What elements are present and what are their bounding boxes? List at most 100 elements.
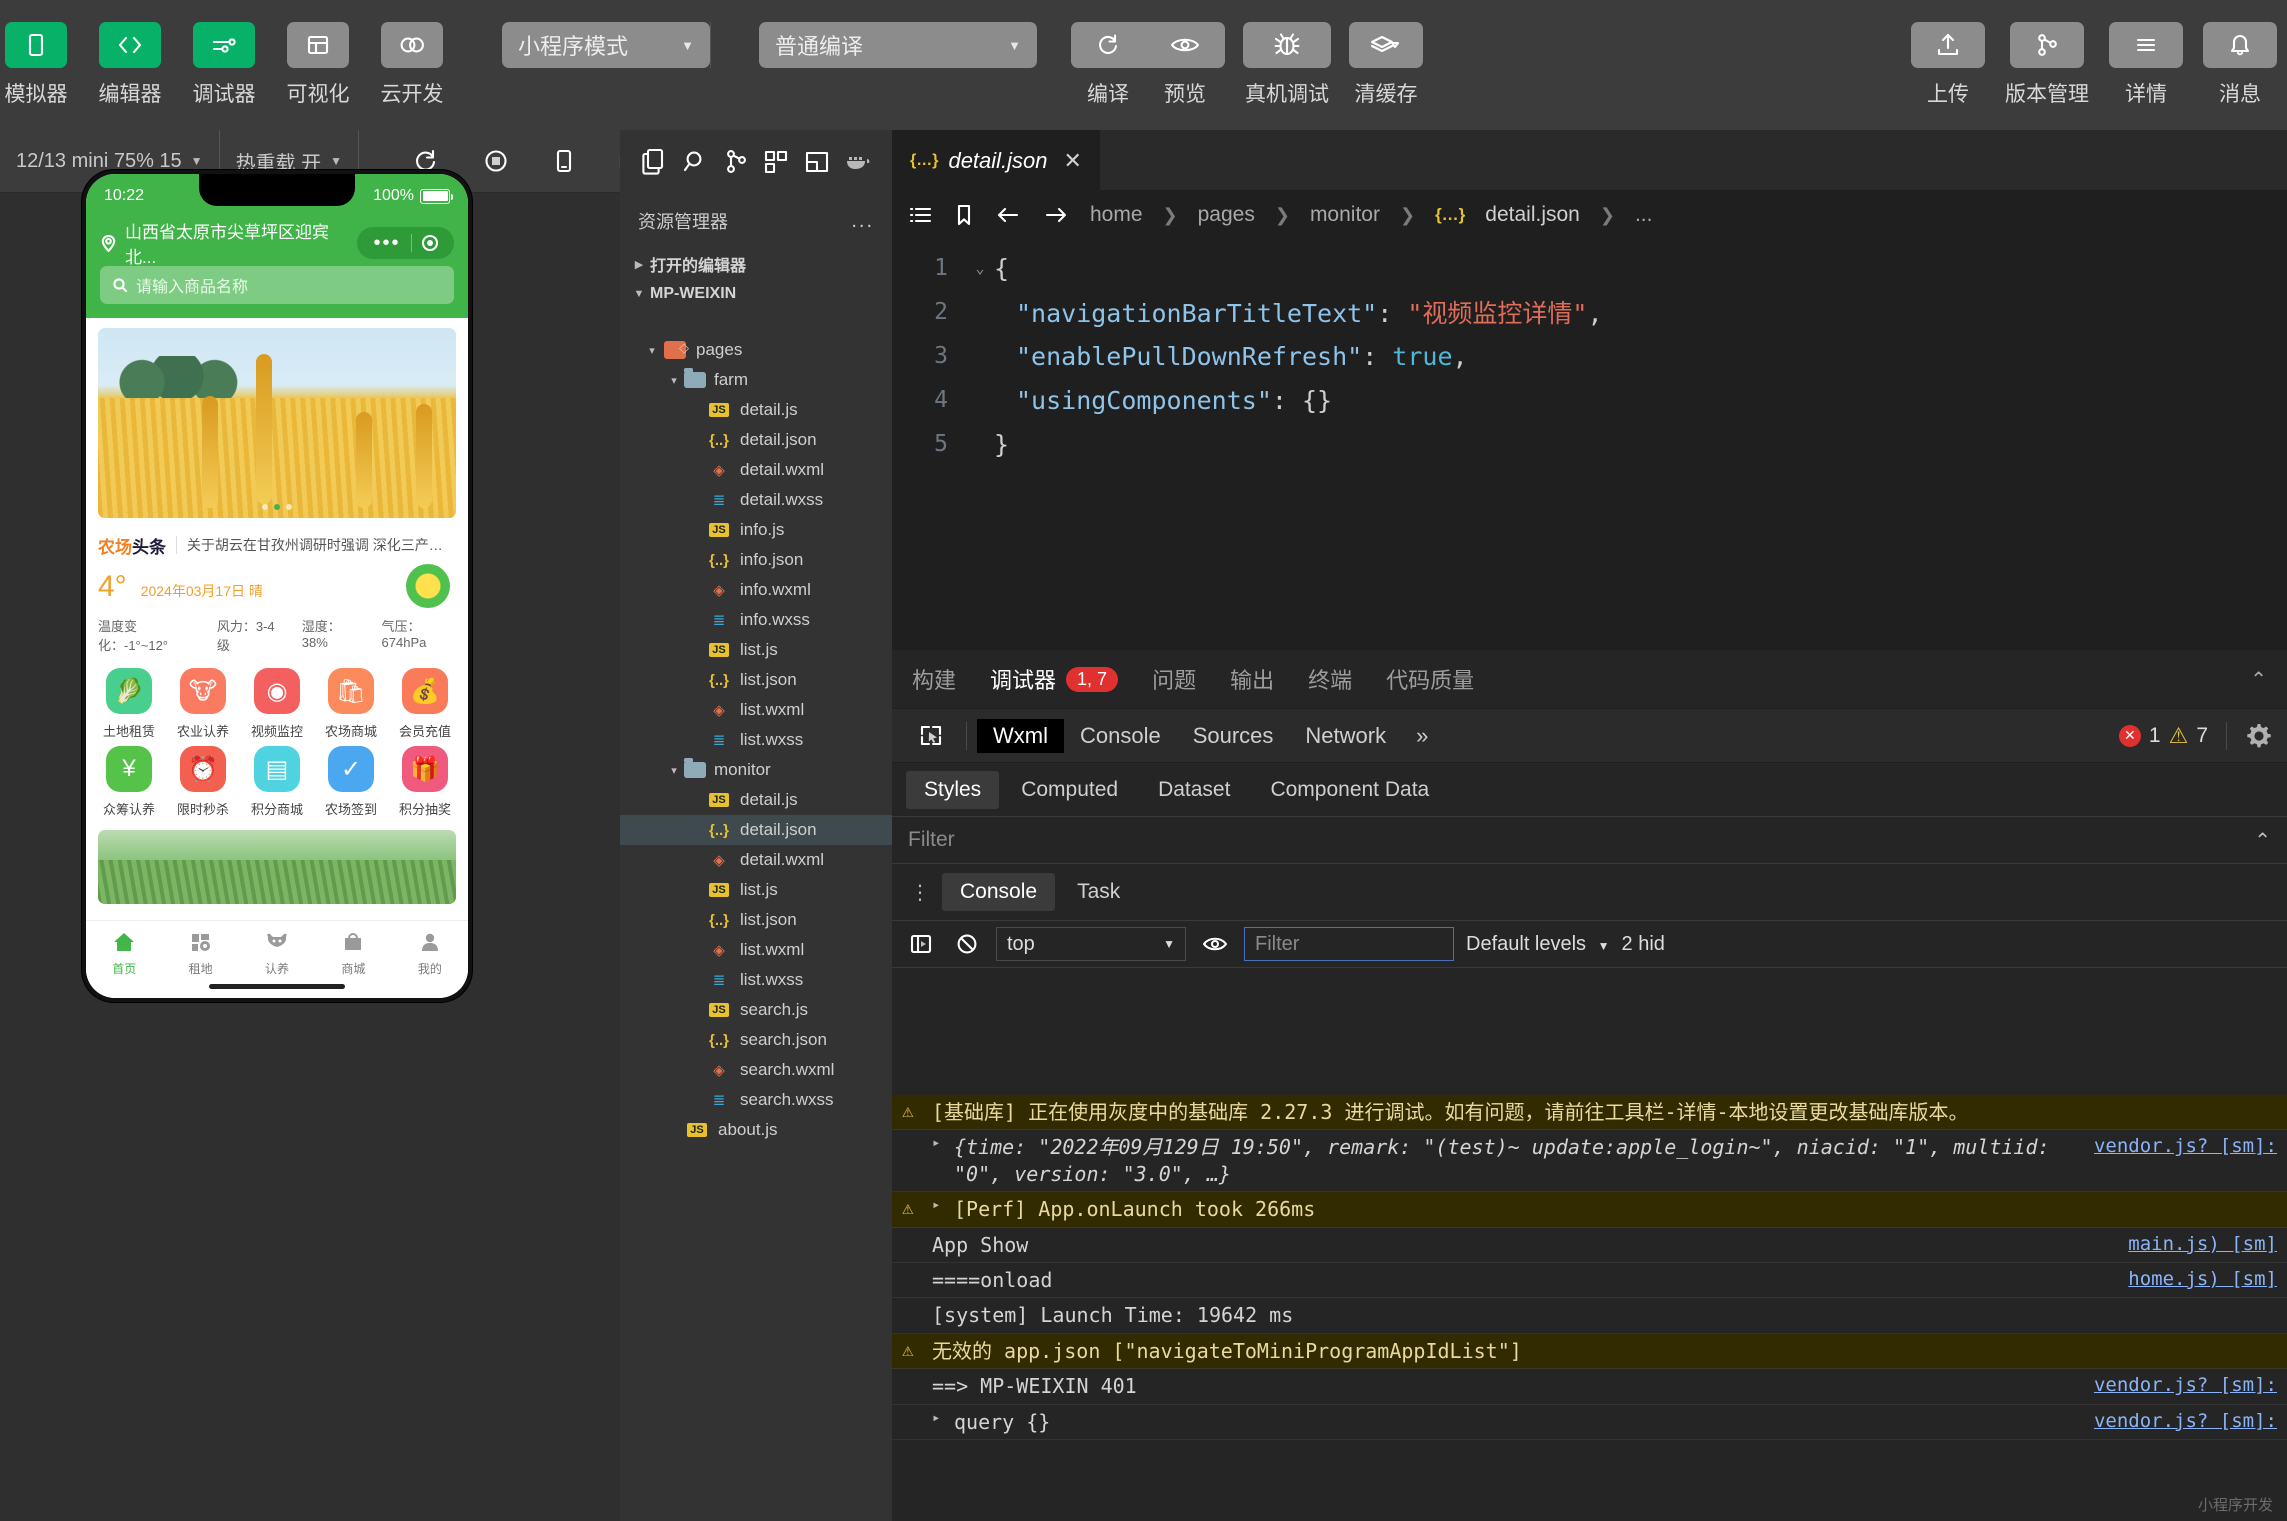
tree-file[interactable]: JS detail.js	[620, 785, 892, 815]
close-icon[interactable]: ✕	[1064, 148, 1082, 174]
phone-outline-icon[interactable]	[551, 146, 577, 176]
tree-file[interactable]: ◈ list.wxml	[620, 695, 892, 725]
bug-icon[interactable]	[1243, 22, 1331, 68]
grid-item[interactable]: ▤ 积分商城	[240, 746, 314, 818]
panel-tab-code-quality[interactable]: 代码质量	[1386, 663, 1474, 695]
action-details[interactable]: 详情	[2109, 22, 2183, 108]
explorer-section-open-editors[interactable]: ▶ 打开的编辑器	[620, 249, 892, 279]
grid-item[interactable]: ✓ 农场签到	[314, 746, 388, 818]
grid-item[interactable]: 🎁 积分抽奖	[388, 746, 462, 818]
tree-folder[interactable]: ▾ monitor	[620, 755, 892, 785]
forward-arrow-icon[interactable]	[1042, 205, 1070, 225]
editor-tab-detail-json[interactable]: {…} detail.json ✕	[892, 130, 1100, 190]
capsule-buttons[interactable]: •••	[357, 227, 454, 259]
element-picker-icon[interactable]	[906, 716, 956, 756]
console-log-row[interactable]: ▸ {time: "2022年09月129日 19:50", remark: "(…	[892, 1130, 2287, 1193]
search-input[interactable]: 请输入商品名称	[100, 266, 454, 304]
panel-tab-output[interactable]: 输出	[1230, 663, 1274, 695]
layout-icon[interactable]	[287, 22, 349, 68]
sub-tab-more-icon[interactable]: »	[1402, 723, 1442, 749]
console-log-row[interactable]: [system] Launch Time: 19642 ms	[892, 1298, 2287, 1334]
tree-file[interactable]: {..} info.json	[620, 545, 892, 575]
fold-icon[interactable]: ⌄	[966, 259, 994, 277]
tree-file[interactable]: ◈ detail.wxml	[620, 845, 892, 875]
source-control-icon[interactable]	[715, 130, 756, 193]
tree-folder[interactable]: ▾ farm	[620, 365, 892, 395]
styles-tab-dataset[interactable]: Dataset	[1140, 771, 1248, 809]
panel-tab-problems[interactable]: 问题	[1152, 663, 1196, 695]
action-messages[interactable]: 消息	[2203, 22, 2277, 108]
tree-file[interactable]: JS search.js	[620, 995, 892, 1025]
chevron-up-icon[interactable]: ⌃	[2254, 828, 2271, 853]
console-log-source[interactable]: main.js) [sm]	[2118, 1232, 2277, 1258]
toolbar-item-cloud[interactable]: 云开发	[376, 22, 448, 108]
breadcrumb-item-ellipsis[interactable]: ...	[1635, 203, 1653, 227]
sub-tab-sources[interactable]: Sources	[1177, 719, 1290, 753]
tree-file[interactable]: ◈ detail.wxml	[620, 455, 892, 485]
grid-item[interactable]: 🛍 农场商城	[314, 668, 388, 740]
tree-file[interactable]: ≣ list.wxss	[620, 725, 892, 755]
upload-icon[interactable]	[1911, 22, 1985, 68]
console-log-list[interactable]: ⚠ [基础库] 正在使用灰度中的基础库 2.27.3 进行调试。如有问题，请前往工…	[892, 1095, 2287, 1521]
breadcrumb-item-file[interactable]: detail.json	[1485, 203, 1580, 227]
console-context-select[interactable]: top ▼	[996, 927, 1186, 961]
chevron-down-icon[interactable]: ▾	[642, 344, 662, 357]
sliders-icon[interactable]	[193, 22, 255, 68]
console-log-row[interactable]: ⚠ ▸ [Perf] App.onLaunch took 266ms	[892, 1192, 2287, 1228]
action-upload[interactable]: 上传	[1911, 22, 1985, 108]
compile-select[interactable]: 普通编译 ▼	[759, 22, 1037, 68]
console-log-row[interactable]: ▸ query {} vendor.js? [sm]:	[892, 1404, 2287, 1440]
grid-item[interactable]: 💰 会员充值	[388, 668, 462, 740]
drag-handle-icon[interactable]: ⋮	[902, 880, 938, 905]
panel-tab-terminal[interactable]: 终端	[1308, 663, 1352, 695]
console-levels-select[interactable]: Default levels ▼	[1466, 933, 1610, 956]
toolbar-item-editor[interactable]: 编辑器	[94, 22, 166, 108]
console-log-row[interactable]: ⚠ 无效的 app.json ["navigateToMiniProgramApp…	[892, 1333, 2287, 1370]
action-real-device-debug[interactable]: 真机调试	[1243, 22, 1331, 108]
tree-file[interactable]: {..} detail.json	[620, 425, 892, 455]
action-clear-cache[interactable]: 清缓存	[1349, 22, 1423, 108]
bookmark-icon[interactable]	[954, 203, 974, 227]
chevron-down-icon[interactable]: ▾	[664, 374, 684, 387]
tree-file[interactable]: ≣ detail.wxss	[620, 485, 892, 515]
live-expression-eye-icon[interactable]	[1198, 934, 1232, 954]
tree-file[interactable]: ◈ list.wxml	[620, 935, 892, 965]
record-stop-icon[interactable]	[481, 146, 511, 176]
explorer-section-project[interactable]: ▼ MP-WEIXIN	[620, 279, 892, 309]
banner-dot-active[interactable]	[274, 504, 280, 510]
tree-file[interactable]: ◈ info.wxml	[620, 575, 892, 605]
tree-file[interactable]: JS list.js	[620, 635, 892, 665]
banner-dots[interactable]	[262, 504, 292, 510]
grid-item[interactable]: 🥬 土地租赁	[92, 668, 166, 740]
grid-item[interactable]: ◉ 视频监控	[240, 668, 314, 740]
sub-tab-network[interactable]: Network	[1289, 719, 1402, 753]
styles-tab-computed[interactable]: Computed	[1003, 771, 1136, 809]
breadcrumb-item-pages[interactable]: pages	[1198, 203, 1255, 227]
styles-tab-styles[interactable]: Styles	[906, 770, 1000, 809]
grid-item[interactable]: 🐮 农业认养	[166, 668, 240, 740]
console-log-source[interactable]: vendor.js? [sm]:	[2084, 1373, 2277, 1399]
expand-triangle-icon[interactable]: ▸	[932, 1409, 954, 1435]
target-icon[interactable]	[412, 233, 448, 253]
expand-triangle-icon[interactable]: ▸	[932, 1134, 954, 1187]
sub-tab-console[interactable]: Console	[1064, 719, 1177, 753]
styles-filter-input[interactable]: Filter ⌃	[892, 816, 2287, 864]
console-sidebar-icon[interactable]	[904, 933, 938, 955]
menu-icon[interactable]	[2109, 22, 2183, 68]
secondary-banner-image[interactable]	[98, 830, 456, 904]
bell-icon[interactable]	[2203, 22, 2277, 68]
hero-banner-image[interactable]	[98, 328, 456, 518]
grid-item[interactable]: ⏰ 限时秒杀	[166, 746, 240, 818]
mode-select[interactable]: 小程序模式 ▼	[502, 22, 710, 68]
console-log-row[interactable]: ====onload home.js) [sm]	[892, 1262, 2287, 1299]
panel-tab-build[interactable]: 构建	[912, 663, 956, 695]
console-tab-console[interactable]: Console	[942, 873, 1056, 911]
layout-icon[interactable]	[797, 130, 838, 193]
tree-file[interactable]: {..} list.json	[620, 665, 892, 695]
console-log-row[interactable]: ⚠ [基础库] 正在使用灰度中的基础库 2.27.3 进行调试。如有问题，请前往工…	[892, 1095, 2287, 1131]
grid-item[interactable]: ¥ 众筹认养	[92, 746, 166, 818]
tree-file[interactable]: ≣ list.wxss	[620, 965, 892, 995]
expand-triangle-icon[interactable]: ▸	[932, 1196, 954, 1222]
console-log-source[interactable]: vendor.js? [sm]:	[2084, 1134, 2277, 1187]
console-log-source[interactable]: vendor.js? [sm]:	[2084, 1409, 2277, 1435]
